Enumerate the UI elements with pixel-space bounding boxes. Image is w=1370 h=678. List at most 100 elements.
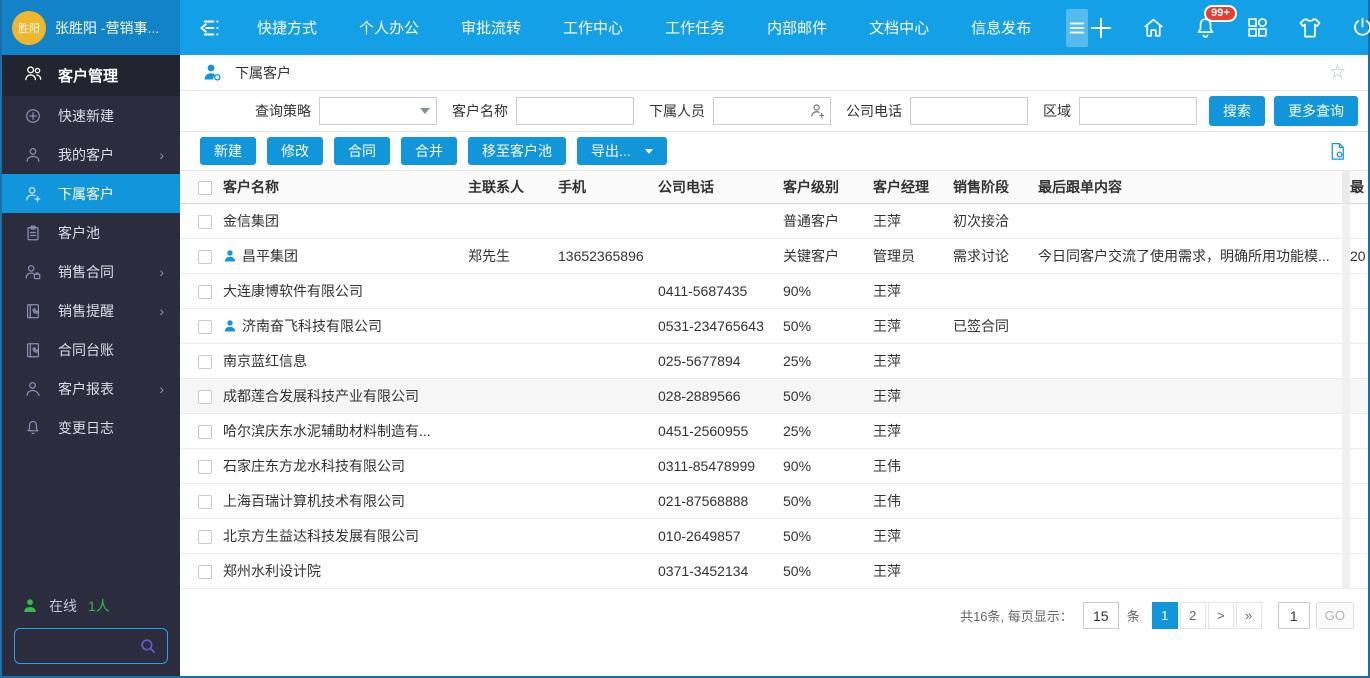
cell-customer-name[interactable]: 大连康博软件有限公司 bbox=[223, 274, 468, 309]
region-input[interactable] bbox=[1079, 97, 1197, 125]
favorite-star-icon[interactable]: ☆ bbox=[1329, 63, 1346, 82]
row-checkbox[interactable] bbox=[198, 355, 212, 369]
sidebar-item-sales-reminders[interactable]: 销售提醒 › bbox=[2, 291, 180, 330]
chevron-right-icon: › bbox=[159, 264, 164, 280]
table-row[interactable]: 南京蓝红信息 025-5677894 25% 王萍 bbox=[180, 344, 1368, 379]
customer-name-input[interactable] bbox=[516, 97, 634, 125]
search-icon[interactable] bbox=[139, 637, 157, 655]
select-all-checkbox[interactable] bbox=[198, 181, 212, 195]
table-row[interactable]: 昌平集团 郑先生 13652365896 关键客户 管理员 需求讨论 今日同客户… bbox=[180, 239, 1368, 274]
row-checkbox[interactable] bbox=[198, 390, 212, 404]
sidebar-search-input[interactable] bbox=[25, 639, 139, 654]
nav-item-document-center[interactable]: 文档中心 bbox=[848, 0, 950, 55]
sidebar-item-customer-pool[interactable]: 客户池 bbox=[2, 213, 180, 252]
export-button[interactable]: 导出... bbox=[577, 137, 667, 165]
page-2-button[interactable]: 2 bbox=[1180, 602, 1206, 629]
row-checkbox[interactable] bbox=[198, 250, 212, 264]
edit-button[interactable]: 修改 bbox=[267, 137, 323, 165]
move-to-pool-button[interactable]: 移至客户池 bbox=[468, 137, 566, 165]
search-button[interactable]: 搜索 bbox=[1209, 96, 1265, 126]
cell-customer-name[interactable]: 北京方生益达科技发展有限公司 bbox=[223, 519, 468, 554]
collapse-sidebar-icon[interactable] bbox=[196, 15, 222, 41]
document-settings-icon[interactable] bbox=[1327, 141, 1348, 162]
table-row[interactable]: 石家庄东方龙水科技有限公司 0311-85478999 90% 王伟 bbox=[180, 449, 1368, 484]
sidebar-item-my-customers[interactable]: 我的客户 › bbox=[2, 135, 180, 174]
nav-item-work-center[interactable]: 工作中心 bbox=[542, 0, 644, 55]
col-sales-stage[interactable]: 销售阶段 bbox=[953, 171, 1038, 204]
bell-icon[interactable]: 99+ bbox=[1193, 15, 1218, 40]
col-customer-manager[interactable]: 客户经理 bbox=[873, 171, 953, 204]
table-row[interactable]: 郑州水利设计院 0371-3452134 50% 王萍 bbox=[180, 554, 1368, 589]
row-checkbox[interactable] bbox=[198, 425, 212, 439]
more-query-button[interactable]: 更多查询 bbox=[1274, 96, 1358, 126]
sidebar-item-sales-contracts[interactable]: 销售合同 › bbox=[2, 252, 180, 291]
cell-customer-name[interactable]: 济南奋飞科技有限公司 bbox=[223, 309, 468, 344]
page-size-input[interactable] bbox=[1083, 602, 1119, 629]
shirt-icon[interactable] bbox=[1297, 15, 1323, 41]
page-1-button[interactable]: 1 bbox=[1152, 602, 1178, 629]
online-count: 1人 bbox=[88, 596, 110, 616]
sidebar-module-title: 客户管理 bbox=[2, 55, 180, 96]
row-checkbox[interactable] bbox=[198, 495, 212, 509]
sidebar-item-customer-reports[interactable]: 客户报表 › bbox=[2, 369, 180, 408]
col-last-follow-note[interactable]: 最后跟单内容 bbox=[1038, 171, 1346, 204]
table-row[interactable]: 上海百瑞计算机技术有限公司 021-87568888 50% 王伟 bbox=[180, 484, 1368, 519]
chevron-down-icon bbox=[420, 108, 430, 114]
cell-customer-name[interactable]: 上海百瑞计算机技术有限公司 bbox=[223, 484, 468, 519]
cell-customer-name[interactable]: 南京蓝红信息 bbox=[223, 344, 468, 379]
sidebar-item-change-log[interactable]: 变更日志 bbox=[2, 408, 180, 447]
table-row[interactable]: 大连康博软件有限公司 0411-5687435 90% 王萍 bbox=[180, 274, 1368, 309]
company-phone-input[interactable] bbox=[910, 97, 1028, 125]
table-row[interactable]: 北京方生益达科技发展有限公司 010-2649857 50% 王萍 bbox=[180, 519, 1368, 554]
row-checkbox[interactable] bbox=[198, 565, 212, 579]
table-row[interactable]: 济南奋飞科技有限公司 0531-234765643 50% 王萍 已签合同 bbox=[180, 309, 1368, 344]
row-checkbox[interactable] bbox=[198, 285, 212, 299]
nav-item-approval-flow[interactable]: 审批流转 bbox=[440, 0, 542, 55]
col-main-contact[interactable]: 主联系人 bbox=[468, 171, 558, 204]
home-icon[interactable] bbox=[1141, 15, 1166, 40]
cell-customer-name[interactable]: 石家庄东方龙水科技有限公司 bbox=[223, 449, 468, 484]
power-icon[interactable] bbox=[1350, 15, 1370, 40]
new-button[interactable]: 新建 bbox=[200, 137, 256, 165]
nav-item-personal-office[interactable]: 个人办公 bbox=[338, 0, 440, 55]
menu-icon[interactable] bbox=[1066, 9, 1088, 47]
notification-badge: 99+ bbox=[1204, 5, 1237, 22]
cell-customer-name[interactable]: 成都莲合发展科技产业有限公司 bbox=[223, 379, 468, 414]
user-icon bbox=[24, 146, 42, 164]
row-checkbox[interactable] bbox=[198, 530, 212, 544]
user-plus-icon[interactable] bbox=[809, 102, 826, 119]
table-row[interactable]: 哈尔滨庆东水泥辅助材料制造有... 0451-2560955 25% 王萍 bbox=[180, 414, 1368, 449]
nav-item-info-publish[interactable]: 信息发布 bbox=[950, 0, 1052, 55]
goto-page-input[interactable] bbox=[1278, 602, 1310, 629]
row-checkbox[interactable] bbox=[198, 320, 212, 334]
nav-item-shortcuts[interactable]: 快捷方式 bbox=[236, 0, 338, 55]
merge-button[interactable]: 合并 bbox=[401, 137, 457, 165]
customer-gear-icon bbox=[202, 62, 224, 84]
nav-item-work-tasks[interactable]: 工作任务 bbox=[644, 0, 746, 55]
col-customer-name[interactable]: 客户名称 bbox=[223, 171, 468, 204]
col-mobile[interactable]: 手机 bbox=[558, 171, 658, 204]
contract-button[interactable]: 合同 bbox=[334, 137, 390, 165]
nav-item-internal-mail[interactable]: 内部邮件 bbox=[746, 0, 848, 55]
go-button[interactable]: GO bbox=[1316, 602, 1354, 629]
cell-customer-name[interactable]: 金信集团 bbox=[223, 204, 468, 239]
apps-icon[interactable] bbox=[1245, 15, 1270, 40]
col-customer-level[interactable]: 客户级别 bbox=[783, 171, 873, 204]
cell-customer-name[interactable]: 郑州水利设计院 bbox=[223, 554, 468, 589]
row-checkbox[interactable] bbox=[198, 460, 212, 474]
next-page-button[interactable]: > bbox=[1208, 602, 1234, 629]
row-checkbox[interactable] bbox=[198, 215, 212, 229]
user-panel[interactable]: 胜阳 张胜阳 -营销事... bbox=[2, 0, 180, 55]
sidebar-item-contract-ledger[interactable]: 合同台账 bbox=[2, 330, 180, 369]
table-row[interactable]: 成都莲合发展科技产业有限公司 028-2889566 50% 王萍 bbox=[180, 379, 1368, 414]
plus-icon[interactable] bbox=[1088, 15, 1114, 41]
col-company-phone[interactable]: 公司电话 bbox=[658, 171, 783, 204]
cell-customer-name[interactable]: 哈尔滨庆东水泥辅助材料制造有... bbox=[223, 414, 468, 449]
last-page-button[interactable]: » bbox=[1236, 602, 1262, 629]
sidebar-item-quick-create[interactable]: 快速新建 bbox=[2, 96, 180, 135]
cell-customer-name[interactable]: 昌平集团 bbox=[223, 239, 468, 274]
sidebar-item-subordinate-customers[interactable]: 下属客户 bbox=[2, 174, 180, 213]
table-row[interactable]: 金信集团 普通客户 王萍 初次接洽 bbox=[180, 204, 1368, 239]
avatar[interactable]: 胜阳 bbox=[12, 11, 46, 45]
strategy-select[interactable] bbox=[319, 97, 437, 125]
